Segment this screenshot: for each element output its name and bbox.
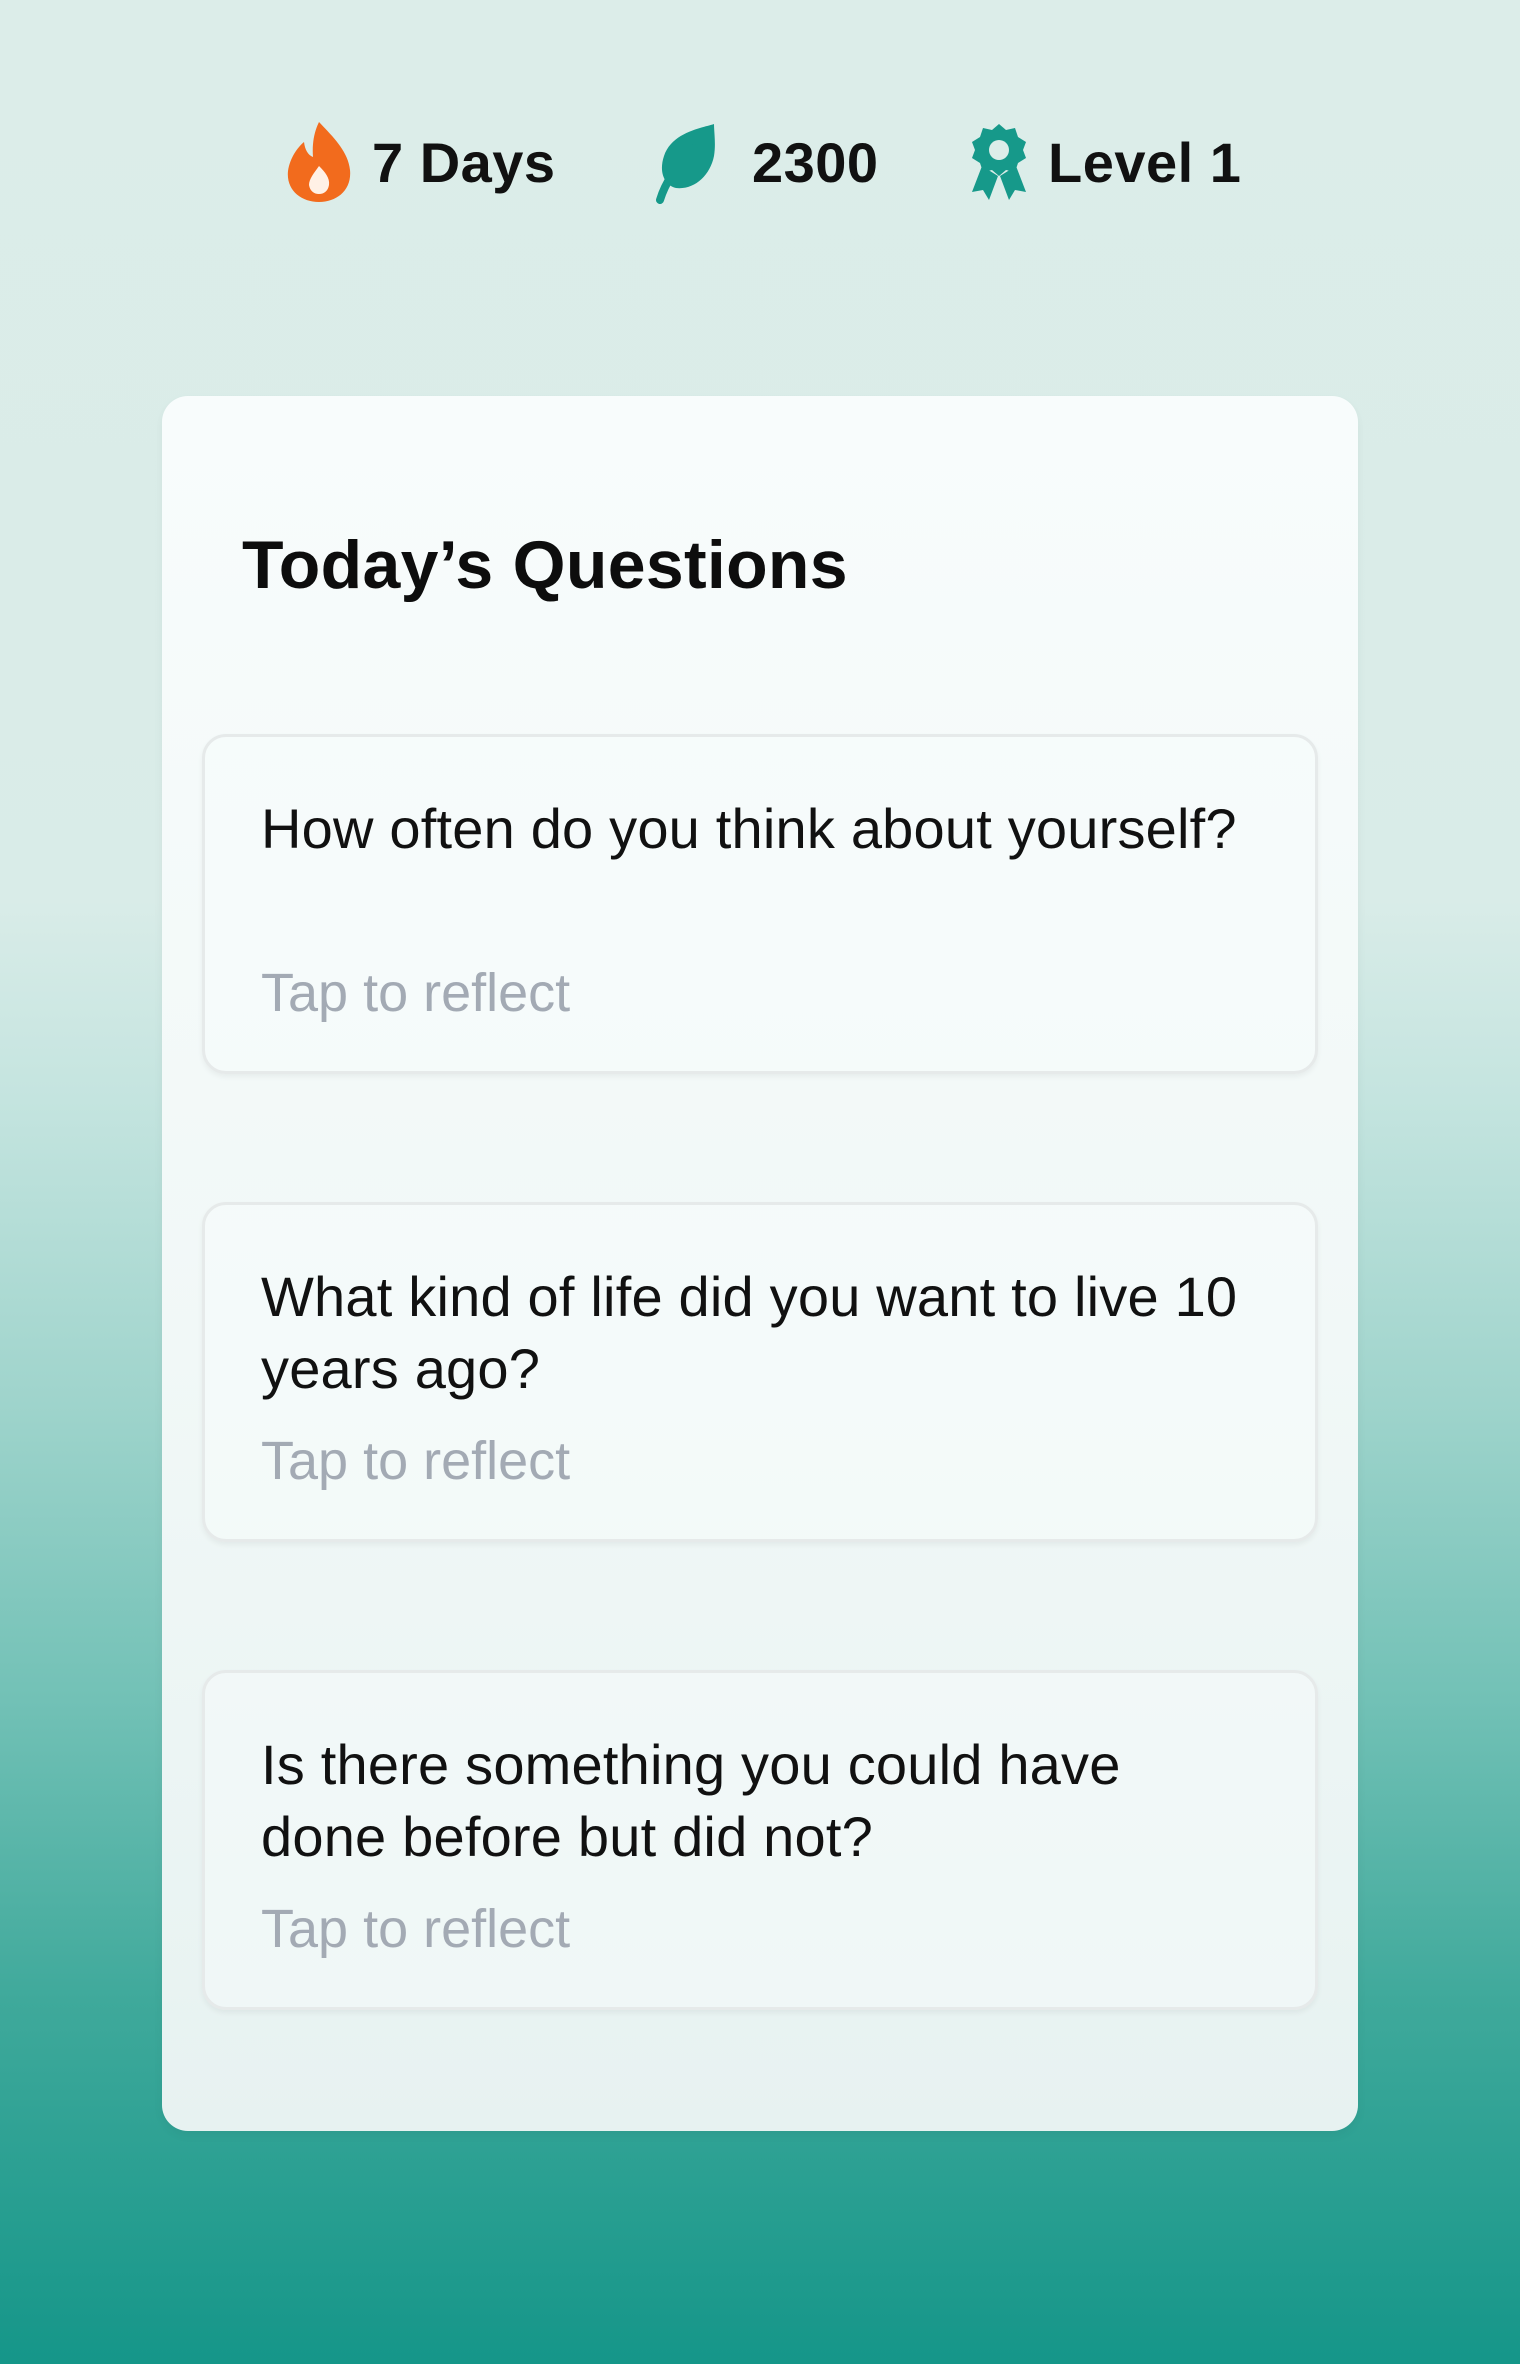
todays-questions-card: Today’s Questions How often do you think… xyxy=(162,396,1358,2131)
streak-stat: 7 Days xyxy=(284,112,556,212)
question-card-2[interactable]: What kind of life did you want to live 1… xyxy=(202,1202,1318,1542)
level-stat: Level 1 xyxy=(968,112,1241,212)
stats-bar: 7 Days 2300 Level 1 xyxy=(0,112,1520,212)
streak-label: 7 Days xyxy=(372,130,556,194)
question-hint: Tap to reflect xyxy=(261,963,571,1023)
question-text: Is there something you could have done b… xyxy=(261,1733,1121,1868)
points-stat: 2300 xyxy=(650,112,879,212)
question-card-3[interactable]: Is there something you could have done b… xyxy=(202,1670,1318,2010)
question-text: What kind of life did you want to live 1… xyxy=(261,1265,1238,1400)
card-title: Today’s Questions xyxy=(242,527,848,603)
level-label: Level 1 xyxy=(1048,130,1242,194)
award-badge-icon xyxy=(968,122,1030,202)
question-text: How often do you think about yourself? xyxy=(261,797,1237,860)
flame-icon xyxy=(284,120,354,204)
question-hint: Tap to reflect xyxy=(261,1899,571,1959)
question-hint: Tap to reflect xyxy=(261,1431,571,1491)
points-label: 2300 xyxy=(752,130,879,194)
question-card-1[interactable]: How often do you think about yourself? T… xyxy=(202,734,1318,1074)
leaf-icon xyxy=(650,120,720,204)
